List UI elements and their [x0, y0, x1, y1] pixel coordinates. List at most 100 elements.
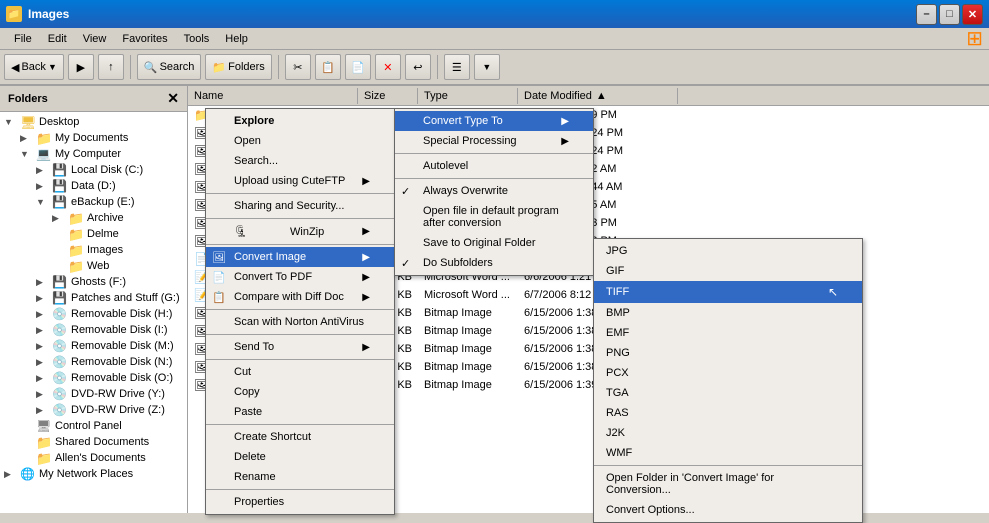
undo-button[interactable]: ↩ [405, 54, 431, 80]
sidebar-item-shareddocs[interactable]: 📁 Shared Documents [0, 434, 187, 450]
close-button[interactable]: ✕ [962, 4, 983, 25]
sidebar-item-delme[interactable]: 📁 Delme [0, 226, 187, 242]
sidebar-item-dvdy[interactable]: ▶ 💿 DVD-RW Drive (Y:) [0, 386, 187, 402]
up-button[interactable]: ↑ [98, 54, 124, 80]
sidebar-item-remn[interactable]: ▶ 💿 Removable Disk (N:) [0, 354, 187, 370]
ctx-delete[interactable]: Delete [206, 447, 394, 467]
back-label: Back [21, 61, 45, 73]
submenu2-convert-options[interactable]: Convert Options... [594, 500, 862, 520]
sidebar-item-remo[interactable]: ▶ 💿 Removable Disk (O:) [0, 370, 187, 386]
sidebar-item-remh[interactable]: ▶ 💿 Removable Disk (H:) [0, 306, 187, 322]
ctx-copy[interactable]: Copy [206, 382, 394, 402]
sidebar-item-datad[interactable]: ▶ 💾 Data (D:) [0, 178, 187, 194]
submenu1-always-overwrite[interactable]: ✓ Always Overwrite [395, 181, 593, 201]
ctx-explore[interactable]: Explore [206, 111, 394, 131]
sidebar-item-allensdocs[interactable]: 📁 Allen's Documents [0, 450, 187, 466]
submenu1-autolevel[interactable]: Autolevel [395, 156, 593, 176]
back-button[interactable]: ◀ Back ▼ [4, 54, 64, 80]
forward-button[interactable]: ▶ [68, 54, 94, 80]
ctx-open[interactable]: Open [206, 131, 394, 151]
ctx-create-shortcut[interactable]: Create Shortcut [206, 427, 394, 447]
sidebar-item-controlpanel[interactable]: 🖥 Control Panel [0, 418, 187, 434]
ctx-sharing[interactable]: Sharing and Security... [206, 196, 394, 216]
sidebar-item-desktop[interactable]: ▼ 🖥 Desktop [0, 114, 187, 130]
menu-edit[interactable]: Edit [40, 31, 75, 47]
sidebar-item-dvdz[interactable]: ▶ 💿 DVD-RW Drive (Z:) [0, 402, 187, 418]
sidebar-item-ghosts[interactable]: ▶ 💾 Ghosts (F:) [0, 274, 187, 290]
submenu2-gif[interactable]: GIF [594, 261, 862, 281]
menu-view[interactable]: View [75, 31, 115, 47]
submenu2-wmf[interactable]: WMF [594, 443, 862, 463]
ctx-norton[interactable]: Scan with Norton AntiVirus [206, 312, 394, 332]
submenu1-convert-type[interactable]: Convert Type To ▶ [395, 111, 593, 131]
minimize-button[interactable]: – [916, 4, 937, 25]
ctx-sendto[interactable]: Send To ▶ [206, 337, 394, 357]
submenu1-special-arrow: ▶ [561, 136, 569, 147]
submenu2-emf[interactable]: EMF [594, 323, 862, 343]
check-icon-overwrite: ✓ [401, 185, 410, 198]
submenu2-ras[interactable]: RAS [594, 403, 862, 423]
sidebar-item-ebackup[interactable]: ▼ 💾 eBackup (E:) [0, 194, 187, 210]
folders-button[interactable]: 📁 Folders [205, 54, 271, 80]
views-arrow[interactable]: ▼ [474, 54, 500, 80]
sidebar-item-web[interactable]: 📁 Web [0, 258, 187, 274]
delete-file-button[interactable]: ✕ [375, 54, 401, 80]
menu-help[interactable]: Help [217, 31, 256, 47]
sidebar-item-images[interactable]: 📁 Images [0, 242, 187, 258]
sidebar-item-archive[interactable]: ▶ 📁 Archive [0, 210, 187, 226]
ctx-compare[interactable]: 📋 Compare with Diff Doc ▶ [206, 287, 394, 307]
ctx-convertimg-label: Convert Image [234, 251, 306, 263]
sidebar: Folders ✕ ▼ 🖥 Desktop ▶ 📁 My Documents ▼… [0, 86, 188, 513]
col-date[interactable]: Date Modified ▲ [518, 88, 678, 104]
move-button[interactable]: ✂ [285, 54, 311, 80]
sidebar-item-mynetworkplaces[interactable]: ▶ 🌐 My Network Places [0, 466, 187, 482]
menu-tools[interactable]: Tools [176, 31, 218, 47]
submenu2-open-folder[interactable]: Open Folder in 'Convert Image' for Conve… [594, 468, 862, 500]
sidebar-item-mycomputer[interactable]: ▼ 💻 My Computer [0, 146, 187, 162]
copy-file-button[interactable]: 📋 [315, 54, 341, 80]
paste-button[interactable]: 📄 [345, 54, 371, 80]
tree-label-images: Images [87, 244, 123, 256]
col-size[interactable]: Size [358, 88, 418, 104]
submenu2-bmp[interactable]: BMP [594, 303, 862, 323]
search-button[interactable]: 🔍 Search [137, 54, 202, 80]
menu-favorites[interactable]: Favorites [114, 31, 175, 47]
sidebar-item-localc[interactable]: ▶ 💾 Local Disk (C:) [0, 162, 187, 178]
expand-icon: ▶ [36, 357, 52, 368]
ctx-rename[interactable]: Rename [206, 467, 394, 487]
submenu2-png[interactable]: PNG [594, 343, 862, 363]
submenu2-j2k[interactable]: J2K [594, 423, 862, 443]
submenu2-tiff[interactable]: TIFF ↖ [594, 281, 862, 303]
submenu1-special[interactable]: Special Processing ▶ [395, 131, 593, 151]
ctx-paste[interactable]: Paste [206, 402, 394, 422]
submenu1-do-subfolders[interactable]: ✓ Do Subfolders [395, 253, 593, 273]
ctx-upload[interactable]: Upload using CuteFTP ▶ [206, 171, 394, 191]
expand-icon: ▶ [4, 469, 20, 480]
ctx-convert-pdf[interactable]: 📄 Convert To PDF ▶ [206, 267, 394, 287]
sidebar-item-mydocuments[interactable]: ▶ 📁 My Documents [0, 130, 187, 146]
column-headers: Name Size Type Date Modified ▲ [188, 86, 989, 106]
col-name[interactable]: Name [188, 88, 358, 104]
ctx-winzip[interactable]: 🗜 WinZip ▶ [206, 221, 394, 242]
submenu2-tga[interactable]: TGA [594, 383, 862, 403]
ctx-cut[interactable]: Cut [206, 362, 394, 382]
back-arrow-icon: ▼ [48, 62, 57, 72]
ctx-properties[interactable]: Properties [206, 492, 394, 512]
submenu2-pcx[interactable]: PCX [594, 363, 862, 383]
ctx-convertimg-arrow: ▶ [362, 252, 370, 263]
sidebar-close-button[interactable]: ✕ [167, 90, 179, 107]
ctx-convert-image[interactable]: 🖼 Convert Image ▶ [206, 247, 394, 267]
sidebar-item-remi[interactable]: ▶ 💿 Removable Disk (I:) [0, 322, 187, 338]
sidebar-item-remm[interactable]: ▶ 💿 Removable Disk (M:) [0, 338, 187, 354]
submenu1-open-default[interactable]: Open file in default program after conve… [395, 201, 593, 233]
tree-label-ghosts: Ghosts (F:) [71, 276, 126, 288]
submenu2-jpg[interactable]: JPG [594, 241, 862, 261]
menu-file[interactable]: File [6, 31, 40, 47]
maximize-button[interactable]: □ [939, 4, 960, 25]
views-button[interactable]: ☰ [444, 54, 470, 80]
sidebar-item-patches[interactable]: ▶ 💾 Patches and Stuff (G:) [0, 290, 187, 306]
submenu1-save-original[interactable]: Save to Original Folder [395, 233, 593, 253]
col-type[interactable]: Type [418, 88, 518, 104]
search-icon: 🔍 [144, 61, 158, 74]
ctx-search[interactable]: Search... [206, 151, 394, 171]
